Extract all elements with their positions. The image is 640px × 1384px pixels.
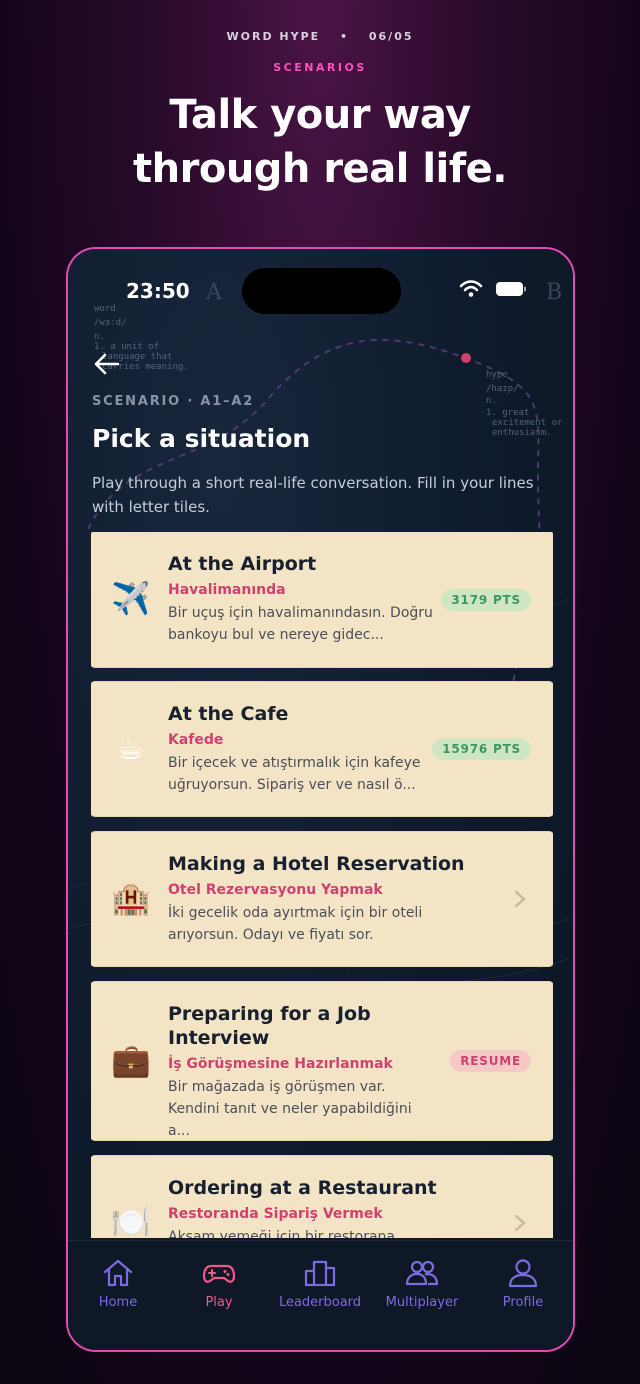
- page-description: Play through a short real-life conversat…: [92, 474, 534, 516]
- page-indicator: 06/05: [368, 30, 414, 43]
- scenario-level-label: SCENARIO · A1–A2: [92, 394, 255, 409]
- scenario-subtitle: Restoranda Sipariş Vermek: [168, 1206, 383, 1222]
- tab-label: Home: [98, 1295, 138, 1310]
- tab-label: Profile: [502, 1295, 544, 1310]
- scenario-card-hotel[interactable]: 🏨 Making a Hotel Reservation Otel Rezerv…: [91, 832, 553, 966]
- bg-hype-entry-line: excitement or: [492, 418, 563, 428]
- tab-label: Multiplayer: [385, 1295, 459, 1310]
- scenario-description: Bir uçuş için havalimanındasın. Doğru ba…: [168, 605, 433, 643]
- headline-line-2: through real life.: [133, 146, 507, 192]
- bg-hype-entry-line: n.: [486, 396, 497, 406]
- bg-hype-entry-line: 1. great: [486, 408, 529, 418]
- scenario-title: Preparing for a Job Interview: [168, 1003, 371, 1049]
- bg-hype-entry-line: hype: [486, 370, 508, 380]
- promo-headline: Talk your way through real life.: [0, 88, 640, 196]
- phone-frame: word /wɜːd/ n. 1. a unit of language tha…: [66, 247, 575, 1352]
- battery-icon: [496, 282, 526, 296]
- scenario-description: Akşam yemeği için bir restorana gidiyors…: [168, 1229, 396, 1238]
- hotel-icon: 🏨: [111, 879, 151, 917]
- scenario-card-restaurant[interactable]: 🍽️ Ordering at a Restaurant Restoranda S…: [91, 1156, 553, 1238]
- tab-profile[interactable]: Profile: [473, 1257, 573, 1310]
- status-time: 23:50: [126, 279, 190, 303]
- tab-play[interactable]: Play: [169, 1257, 269, 1310]
- scenario-card-airport[interactable]: ✈️ At the Airport Havalimanında Bir uçuş…: [91, 532, 553, 667]
- wifi-icon: [459, 280, 483, 297]
- bg-word-entry-line: /wɜːd/: [94, 318, 127, 328]
- scenario-subtitle: Havalimanında: [168, 582, 286, 598]
- bg-hype-entry-line: /haɪp/: [486, 384, 519, 394]
- scenario-description: İki gecelik oda ayırtmak için bir oteli …: [168, 905, 423, 943]
- coffee-icon: ☕: [116, 729, 146, 767]
- status-icons: [459, 280, 527, 298]
- bg-word-entry-line: word: [94, 304, 116, 314]
- tab-label: Leaderboard: [278, 1295, 362, 1310]
- section-label: SCENARIOS: [273, 61, 367, 74]
- points-badge: 3179 PTS: [441, 589, 531, 611]
- users-icon: [405, 1260, 439, 1286]
- profile-icon: [508, 1259, 538, 1288]
- chevron-right-icon[interactable]: [513, 889, 527, 909]
- home-icon: [103, 1259, 133, 1287]
- headline-line-1: Talk your way: [169, 92, 471, 138]
- bg-word-entry-line: n.: [94, 332, 105, 342]
- scenario-title: Making a Hotel Reservation: [168, 853, 465, 875]
- page-title: Pick a situation: [92, 424, 311, 453]
- app-name: WORD HYPE: [226, 30, 321, 43]
- tab-home[interactable]: Home: [68, 1257, 168, 1310]
- dynamic-island: [242, 268, 401, 314]
- promo-top-line: WORD HYPE • 06/05: [226, 30, 414, 43]
- scenario-subtitle: Otel Rezervasyonu Yapmak: [168, 882, 383, 898]
- scenario-list[interactable]: ✈️ At the Airport Havalimanında Bir uçuş…: [91, 532, 553, 1238]
- points-badge: 15976 PTS: [432, 738, 531, 760]
- scenario-subtitle: Kafede: [168, 732, 224, 748]
- scenario-description: Bir içecek ve atıştırmalık için kafeye u…: [168, 755, 421, 793]
- scenario-card-cafe[interactable]: ☕ At the Cafe Kafede Bir içecek ve atışt…: [91, 682, 553, 816]
- airplane-icon: ✈️: [111, 579, 151, 617]
- bg-letter: B: [546, 280, 562, 305]
- chevron-right-icon[interactable]: [513, 1213, 527, 1233]
- scenario-subtitle: İş Görüşmesine Hazırlanmak: [168, 1056, 393, 1072]
- leaderboard-icon: [304, 1260, 336, 1287]
- resume-badge[interactable]: RESUME: [450, 1050, 531, 1072]
- tab-bar: Home Play Leaderboard Multiplayer Profil…: [68, 1240, 573, 1350]
- scenario-title: At the Airport: [168, 553, 317, 575]
- tab-leaderboard[interactable]: Leaderboard: [270, 1257, 370, 1310]
- scenario-title: Ordering at a Restaurant: [168, 1177, 437, 1199]
- briefcase-icon: 💼: [111, 1041, 151, 1079]
- plate-icon: 🍽️: [111, 1203, 151, 1238]
- scenario-card-job-interview[interactable]: 💼 Preparing for a Job Interview İş Görüş…: [91, 982, 553, 1140]
- bg-letter: A: [205, 280, 223, 305]
- tab-label: Play: [205, 1295, 233, 1310]
- scenario-title: At the Cafe: [168, 703, 289, 725]
- tab-multiplayer[interactable]: Multiplayer: [372, 1257, 472, 1310]
- bg-hype-entry-line: enthusiasm.: [492, 428, 552, 438]
- gamepad-icon: [202, 1264, 236, 1283]
- scenario-description: Bir mağazada iş görüşmen var. Kendini ta…: [168, 1079, 412, 1139]
- back-arrow-icon[interactable]: [92, 349, 122, 379]
